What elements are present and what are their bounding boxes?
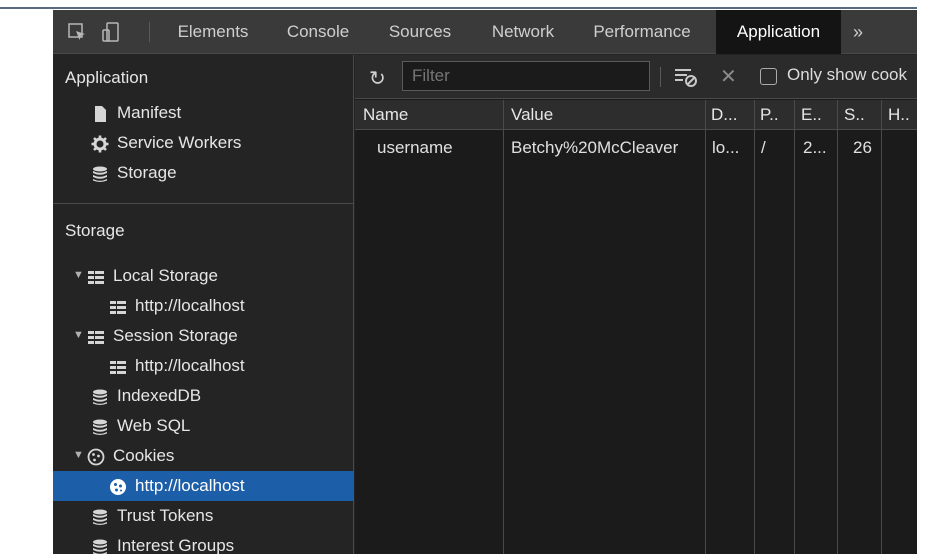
sidebar-item-interest-groups[interactable]: Interest Groups [91, 531, 234, 554]
page-top-border [0, 7, 917, 9]
database-icon [91, 386, 109, 405]
sidebar-item-label: http://localhost [135, 476, 245, 495]
expand-arrow-icon[interactable]: ▼ [73, 320, 87, 350]
column-divider [754, 100, 755, 554]
sidebar-item-label: IndexedDB [117, 386, 202, 405]
expand-arrow-icon[interactable]: ▼ [73, 260, 87, 290]
column-header-httponly[interactable]: H.. [888, 100, 917, 130]
sidebar-divider [53, 203, 354, 204]
sidebar-item-label: Storage [117, 163, 177, 182]
sidebar-item-storage-overview[interactable]: Storage [91, 158, 177, 188]
sidebar-item-session-storage-localhost[interactable]: http://localhost [109, 351, 245, 381]
cell-path: / [761, 138, 766, 157]
sidebar-item-label: http://localhost [135, 356, 245, 375]
column-divider [794, 100, 795, 554]
cookies-pane: ↻ ✕ Only show cook Name Value D... P.. E… [355, 55, 917, 554]
sidebar-item-session-storage[interactable]: ▼ Session Storage [73, 321, 238, 351]
tab-console[interactable]: Console [277, 10, 359, 54]
tab-bar-separator [149, 22, 150, 42]
more-tabs-button[interactable]: » [853, 10, 863, 54]
sidebar-item-label: http://localhost [135, 296, 245, 315]
column-divider [705, 100, 706, 554]
sidebar-item-label: Local Storage [113, 266, 218, 285]
tab-performance[interactable]: Performance [583, 10, 701, 54]
column-divider [881, 100, 882, 554]
column-divider [837, 100, 838, 554]
column-header-value[interactable]: Value [511, 100, 701, 130]
tab-application[interactable]: Application [716, 10, 841, 54]
clear-filter-icon[interactable] [673, 65, 699, 94]
sidebar-item-label: Interest Groups [117, 536, 235, 554]
cell-size: 26 [853, 138, 872, 157]
sidebar-item-service-workers[interactable]: Service Workers [91, 128, 241, 158]
cookie-icon [109, 476, 127, 495]
only-show-checkbox[interactable] [760, 68, 777, 85]
tab-sources[interactable]: Sources [377, 10, 463, 54]
only-show-label: Only show cook [787, 65, 907, 84]
document-icon [91, 103, 109, 122]
database-icon [91, 416, 109, 435]
grid-icon [109, 296, 127, 314]
tab-elements[interactable]: Elements [159, 10, 267, 54]
sidebar-item-label: Session Storage [113, 326, 238, 345]
sidebar-item-manifest[interactable]: Manifest [91, 98, 181, 128]
column-header-path[interactable]: P.. [760, 100, 790, 130]
gear-icon [91, 133, 109, 153]
database-icon [91, 163, 109, 182]
expand-arrow-icon[interactable]: ▼ [73, 440, 87, 470]
cookies-toolbar: ↻ ✕ Only show cook [355, 55, 917, 99]
database-icon [91, 506, 109, 525]
sidebar-section-application: Application [65, 68, 149, 87]
grid-icon [109, 356, 127, 374]
device-toggle-icon[interactable] [101, 22, 121, 42]
sidebar-item-cookies-localhost[interactable]: http://localhost [109, 471, 245, 501]
cell-name: username [377, 138, 453, 157]
grid-icon [87, 266, 105, 284]
cell-value: Betchy%20McCleaver [511, 138, 679, 157]
sidebar-item-indexeddb[interactable]: IndexedDB [91, 381, 201, 411]
table-header: Name Value D... P.. E.. S.. H.. [355, 100, 917, 130]
sidebar-item-web-sql[interactable]: Web SQL [91, 411, 190, 441]
inspect-icon[interactable] [67, 22, 87, 42]
grid-icon [87, 326, 105, 344]
sidebar-item-cookies[interactable]: ▼ Cookies [73, 441, 174, 471]
cell-domain: lo... [712, 138, 740, 157]
column-header-domain[interactable]: D... [711, 100, 753, 130]
column-header-expires[interactable]: E.. [801, 100, 831, 130]
sidebar-item-local-storage[interactable]: ▼ Local Storage [73, 261, 218, 291]
devtools-window: Elements Console Sources Network Perform… [53, 10, 917, 554]
close-icon[interactable]: ✕ [720, 64, 737, 89]
cell-httponly [888, 133, 916, 163]
sidebar-item-label: Web SQL [117, 416, 191, 435]
sidebar-item-label: Trust Tokens [117, 506, 214, 525]
cell-expires: 2... [803, 138, 827, 157]
sidebar-item-trust-tokens[interactable]: Trust Tokens [91, 501, 213, 531]
column-divider [503, 100, 504, 554]
sidebar-item-label: Cookies [113, 446, 175, 465]
sidebar-item-label: Manifest [117, 103, 182, 122]
sidebar-item-label: Service Workers [117, 133, 242, 152]
column-header-name[interactable]: Name [363, 100, 493, 130]
application-sidebar: Application Manifest Service Workers Sto… [53, 55, 354, 554]
filter-input[interactable] [402, 61, 650, 91]
cookie-icon [87, 446, 105, 465]
devtools-tab-bar: Elements Console Sources Network Perform… [53, 10, 917, 54]
database-icon [91, 536, 109, 554]
sidebar-section-storage: Storage [65, 221, 125, 240]
tab-network[interactable]: Network [479, 10, 567, 54]
sidebar-item-local-storage-localhost[interactable]: http://localhost [109, 291, 245, 321]
column-header-size[interactable]: S.. [844, 100, 874, 130]
refresh-icon[interactable]: ↻ [369, 66, 386, 91]
toolbar-separator [660, 67, 661, 87]
